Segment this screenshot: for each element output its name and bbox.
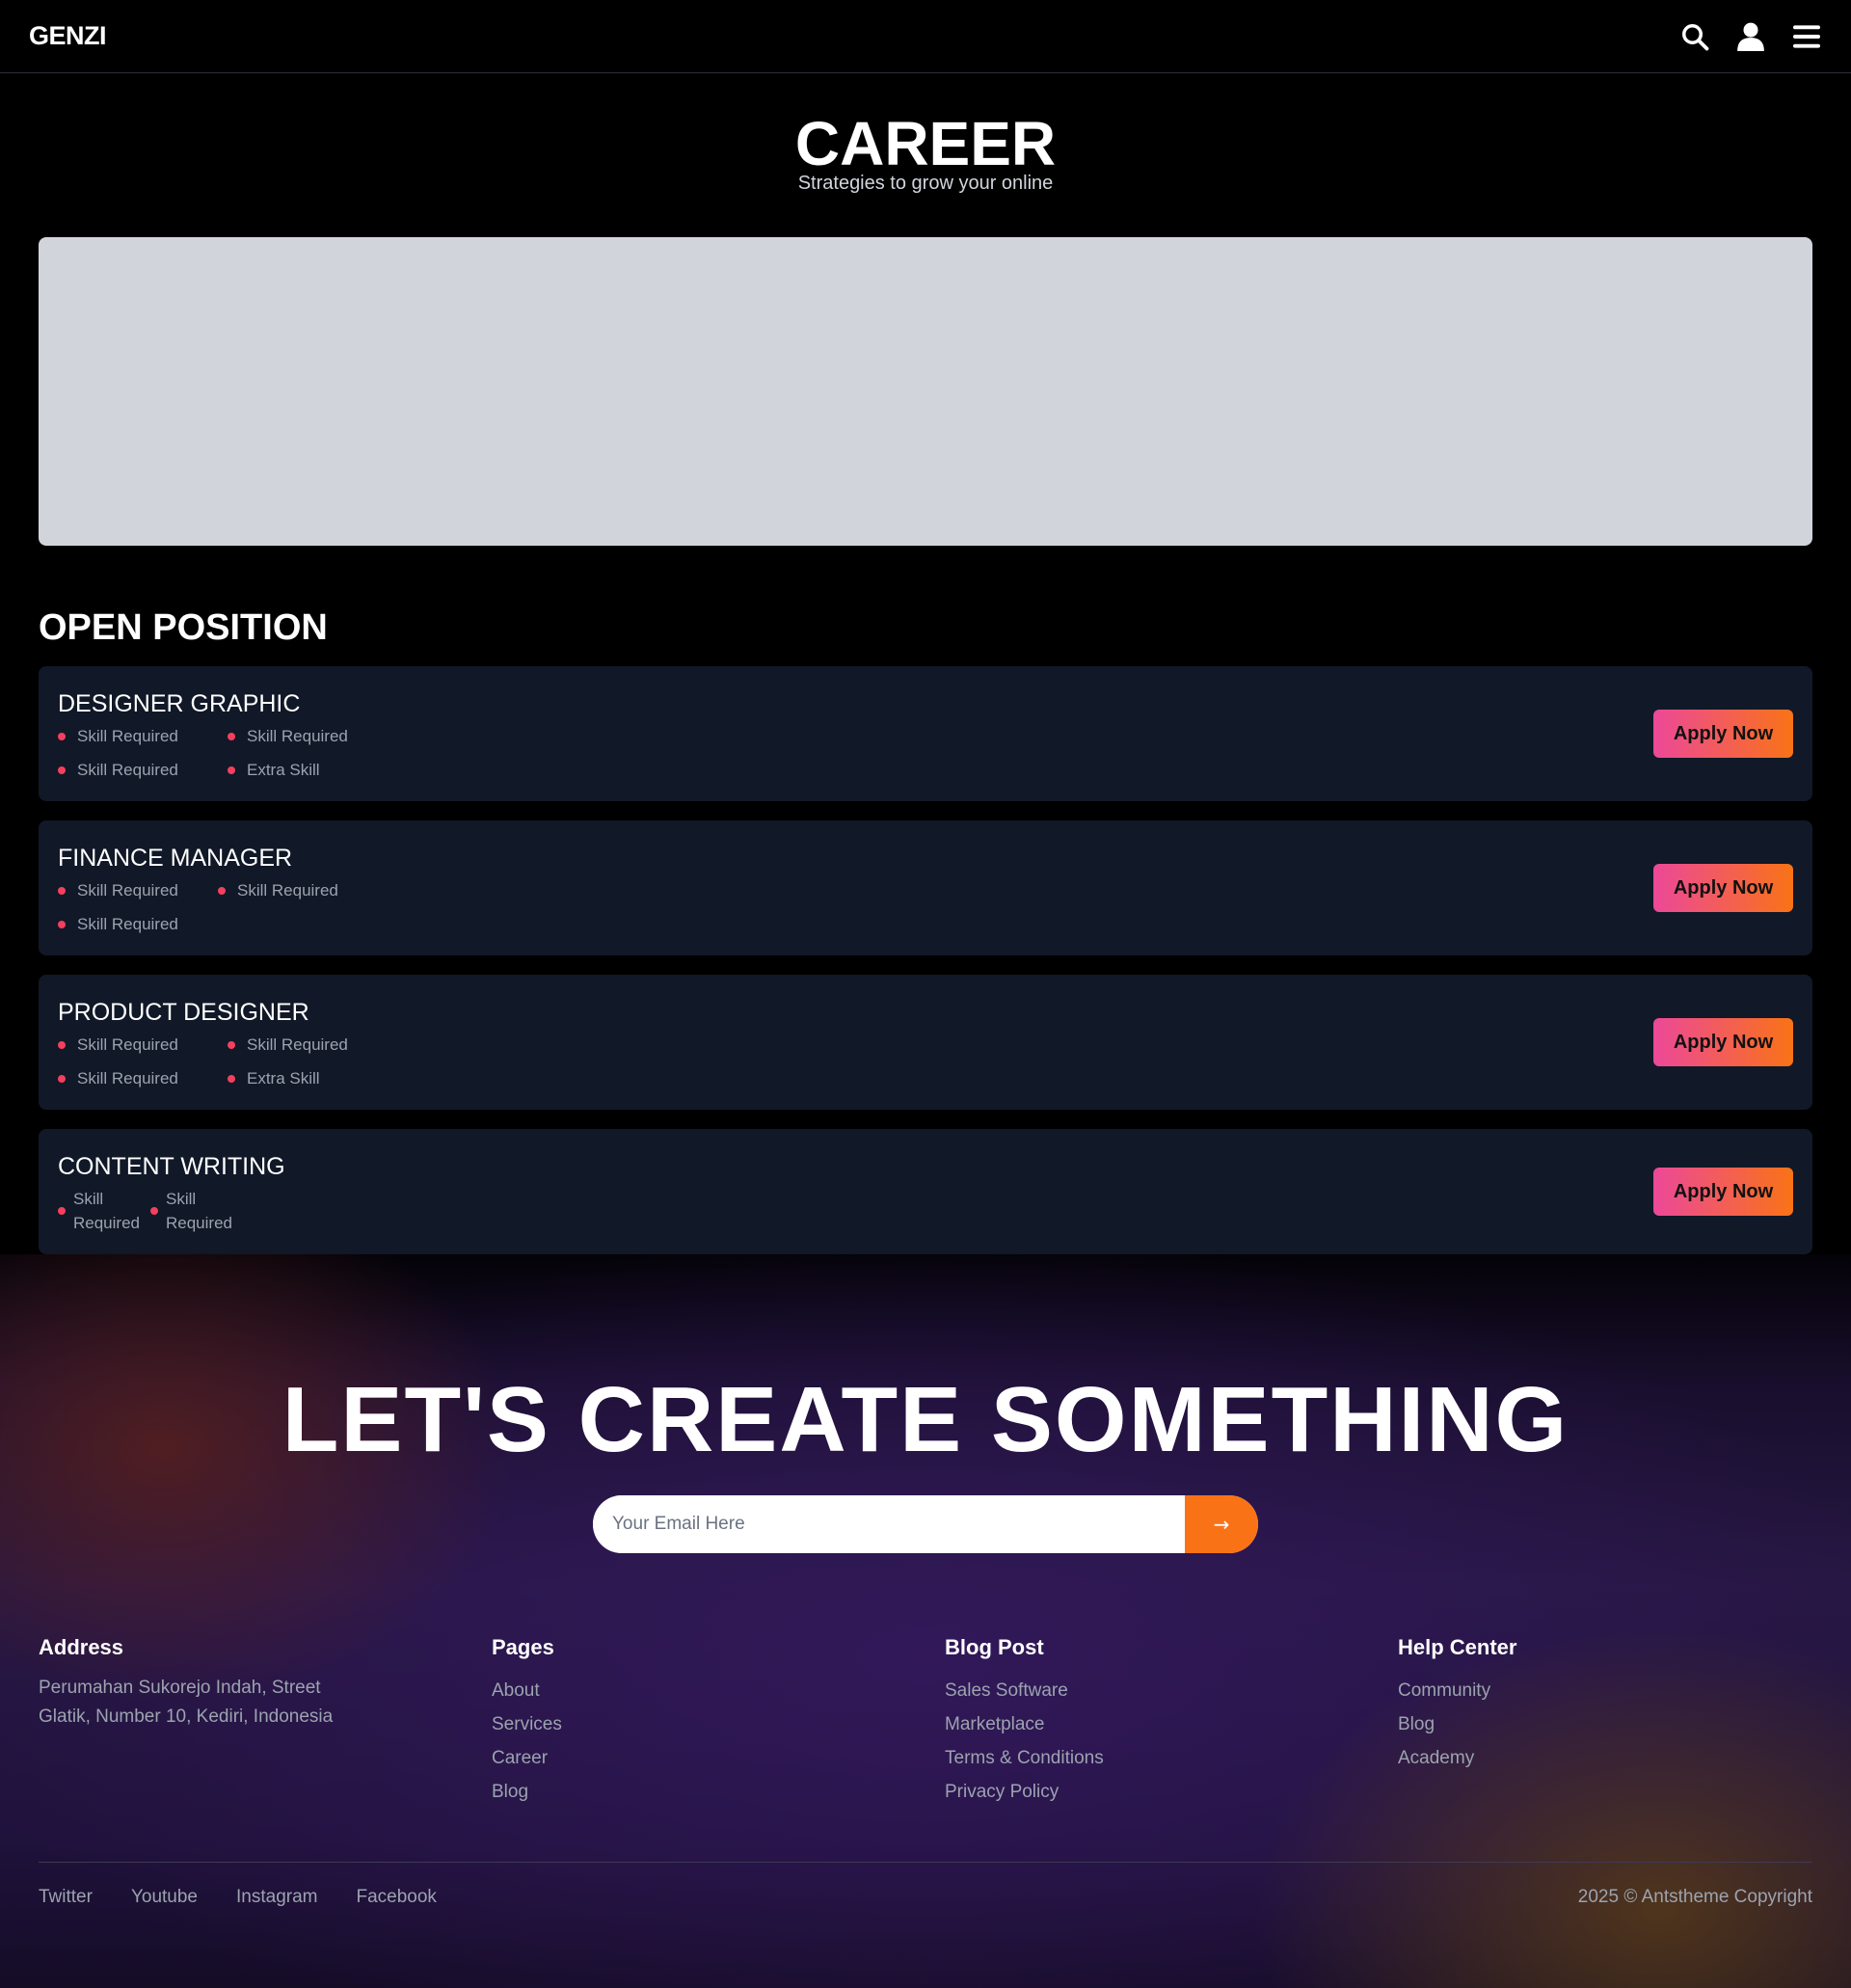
footer-link-community[interactable]: Community xyxy=(1398,1674,1803,1707)
bullet-dot-icon xyxy=(228,1041,235,1049)
social-links: Twitter Youtube Instagram Facebook xyxy=(39,1885,437,1910)
skill-list: Skill Required Skill Required xyxy=(58,1187,243,1235)
bullet-dot-icon xyxy=(228,733,235,740)
bullet-dot-icon xyxy=(58,1075,66,1083)
footer-link-terms[interactable]: Terms & Conditions xyxy=(945,1741,1350,1775)
user-icon[interactable] xyxy=(1735,21,1766,52)
cta-heading: LET'S CREATE SOMETHING xyxy=(282,1368,1569,1471)
footer-link-career[interactable]: Career xyxy=(492,1741,897,1775)
footer-link-services[interactable]: Services xyxy=(492,1707,897,1741)
top-navigation-bar: GENZI xyxy=(0,0,1851,73)
skill-item: Extra Skill xyxy=(228,1068,362,1089)
newsletter-form: → xyxy=(593,1495,1258,1553)
skill-item: Skill Required xyxy=(58,880,185,901)
footer-link-academy[interactable]: Academy xyxy=(1398,1741,1803,1775)
skill-item: Skill Required xyxy=(58,760,195,781)
job-card-designer-graphic: DESIGNER GRAPHIC Skill Required Skill Re… xyxy=(39,666,1812,801)
footer xyxy=(0,1254,1851,1988)
job-card-finance-manager: FINANCE MANAGER Skill Required Skill Req… xyxy=(39,820,1812,955)
bullet-dot-icon xyxy=(228,1075,235,1083)
address-heading: Address xyxy=(39,1635,124,1659)
menu-icon[interactable] xyxy=(1791,21,1822,52)
search-icon[interactable] xyxy=(1679,21,1710,52)
copyright-text: 2025 © Antstheme Copyright xyxy=(1577,1887,1812,1907)
apply-now-button[interactable]: Apply Now xyxy=(1653,864,1793,912)
bullet-dot-icon xyxy=(58,733,66,740)
job-title: CONTENT WRITING xyxy=(58,1153,285,1180)
job-title: PRODUCT DESIGNER xyxy=(58,999,309,1026)
social-link-facebook[interactable]: Facebook xyxy=(356,1885,436,1910)
address-text: Perumahan Sukorejo Indah, Street Glatik,… xyxy=(39,1678,334,1727)
footer-link-blog-help[interactable]: Blog xyxy=(1398,1707,1803,1741)
bullet-dot-icon xyxy=(58,921,66,928)
skill-item: Skill Required xyxy=(58,1068,195,1089)
skill-item: Skill Required xyxy=(58,726,195,747)
open-position-heading: OPEN POSITION xyxy=(39,607,328,648)
bullet-dot-icon xyxy=(58,1207,66,1215)
skill-item: Skill Required xyxy=(58,1034,195,1056)
footer-pages-column: Pages About Services Career Blog xyxy=(492,1633,897,1809)
hero-banner-image xyxy=(39,237,1812,546)
job-card-content-writing: CONTENT WRITING Skill Required Skill Req… xyxy=(39,1129,1812,1254)
skill-item: Skill Required xyxy=(228,1034,362,1056)
skill-list: Skill Required Skill Required Skill Requ… xyxy=(58,726,362,781)
skill-item: Skill Required xyxy=(58,914,185,935)
social-link-instagram[interactable]: Instagram xyxy=(236,1885,317,1910)
logo[interactable]: GENZI xyxy=(29,21,107,51)
social-link-youtube[interactable]: Youtube xyxy=(131,1885,198,1910)
bullet-dot-icon xyxy=(58,766,66,774)
job-title: FINANCE MANAGER xyxy=(58,845,293,872)
skill-item: Skill Required xyxy=(218,880,353,901)
bullet-dot-icon xyxy=(58,1041,66,1049)
job-title: DESIGNER GRAPHIC xyxy=(58,690,301,717)
job-card-product-designer: PRODUCT DESIGNER Skill Required Skill Re… xyxy=(39,975,1812,1110)
apply-now-button[interactable]: Apply Now xyxy=(1653,1168,1793,1216)
skill-item: Extra Skill xyxy=(228,760,362,781)
bullet-dot-icon xyxy=(218,887,226,895)
footer-help-column: Help Center Community Blog Academy xyxy=(1398,1633,1803,1775)
footer-link-about[interactable]: About xyxy=(492,1674,897,1707)
blog-post-heading: Blog Post xyxy=(945,1635,1044,1659)
newsletter-submit-button[interactable]: → xyxy=(1185,1495,1258,1553)
social-link-twitter[interactable]: Twitter xyxy=(39,1885,93,1910)
footer-blog-column: Blog Post Sales Software Marketplace Ter… xyxy=(945,1633,1350,1809)
bullet-dot-icon xyxy=(150,1207,158,1215)
skill-item: Skill Required xyxy=(58,1187,150,1235)
help-center-heading: Help Center xyxy=(1398,1635,1517,1659)
footer-link-marketplace[interactable]: Marketplace xyxy=(945,1707,1350,1741)
apply-now-button[interactable]: Apply Now xyxy=(1653,1018,1793,1066)
pages-heading: Pages xyxy=(492,1635,554,1659)
skill-item: Skill Required xyxy=(228,726,362,747)
footer-link-privacy[interactable]: Privacy Policy xyxy=(945,1775,1350,1809)
bullet-dot-icon xyxy=(228,766,235,774)
skill-list: Skill Required Skill Required Skill Requ… xyxy=(58,880,353,935)
email-input[interactable] xyxy=(593,1495,1185,1553)
skill-item: Skill Required xyxy=(150,1187,243,1235)
header-actions xyxy=(1679,21,1822,52)
apply-now-button[interactable]: Apply Now xyxy=(1653,710,1793,758)
page-subtitle: Strategies to grow your online xyxy=(797,173,1054,194)
bullet-dot-icon xyxy=(58,887,66,895)
footer-link-sales-software[interactable]: Sales Software xyxy=(945,1674,1350,1707)
footer-link-blog[interactable]: Blog xyxy=(492,1775,897,1809)
footer-divider xyxy=(39,1862,1812,1863)
page-title: CAREER xyxy=(794,109,1057,178)
footer-address-column: Address Perumahan Sukorejo Indah, Street… xyxy=(39,1633,443,1732)
skill-list: Skill Required Skill Required Skill Requ… xyxy=(58,1034,362,1089)
